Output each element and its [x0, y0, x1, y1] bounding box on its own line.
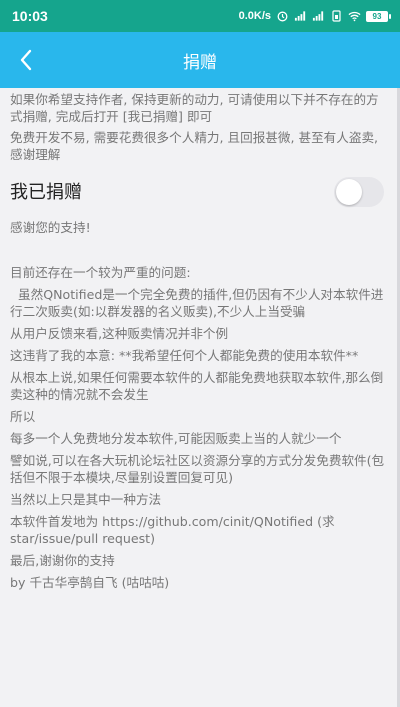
status-bar: 10:03 0.0K/s 93 — [0, 0, 400, 32]
signal-icon-2 — [312, 11, 324, 21]
notice-paragraph: 每多一个人免费地分发本软件,可能因贩卖上当的人就少一个 — [10, 431, 342, 446]
notice-paragraph: 最后,谢谢你的支持 — [10, 553, 115, 568]
sim-icon — [332, 10, 341, 22]
page-title: 捐赠 — [183, 52, 217, 73]
notice-paragraph: 目前还存在一个较为严重的问题: — [10, 265, 191, 280]
notice-paragraph: 从根本上说,如果任何需要本软件的人都能免费地获取本软件,那么倒卖这种的情况就不会… — [10, 370, 384, 402]
status-icons: 0.0K/s 93 — [238, 10, 391, 22]
notice-paragraph: 这违背了我的本意: **我希望任何个人都能免费的使用本软件** — [10, 348, 359, 363]
intro-text-2: 免费开发不易, 需要花费很多个人精力, 且回报甚微, 甚至有人盗卖, 感谢理解 — [10, 130, 379, 162]
repo-link-paragraph: 本软件首发地为 https://github.com/cinit/QNotifi… — [10, 514, 335, 546]
notice-paragraph: 当然以上只是其中一种方法 — [10, 492, 162, 507]
notice-paragraph: 譬如说,可以在各大玩机论坛社区以资源分享的方式分发免费软件(包括但不限于本模块,… — [10, 453, 385, 485]
app-bar: 捐赠 — [0, 32, 400, 88]
back-button[interactable] — [10, 44, 42, 76]
donated-toggle-label: 我已捐赠 — [10, 181, 82, 203]
signal-icon — [294, 11, 306, 21]
chevron-left-icon — [20, 49, 32, 71]
switch-knob — [336, 179, 362, 205]
donated-switch[interactable] — [334, 177, 384, 207]
donation-content: 如果你希望支持作者, 保持更新的动力, 可请使用以下并不存在的方式捐赠, 完成后… — [0, 88, 400, 591]
notice-paragraphs: 目前还存在一个较为严重的问题: 虽然QNotified是一个完全免费的插件,但仍… — [10, 264, 388, 591]
status-time: 10:03 — [12, 8, 48, 24]
donated-toggle-row[interactable]: 我已捐赠 — [10, 177, 388, 207]
battery-icon: 93 — [366, 10, 391, 22]
thanks-text: 感谢您的支持! — [10, 220, 91, 235]
author-signature: by 千古华亭鹄自飞 (咕咕咕) — [10, 575, 170, 590]
notice-paragraph: 所以 — [10, 409, 36, 424]
intro-text-1: 如果你希望支持作者, 保持更新的动力, 可请使用以下并不存在的方式捐赠, 完成后… — [10, 92, 379, 124]
notice-paragraph: 从用户反馈来看,这种贩卖情况并非个例 — [10, 326, 229, 341]
notice-paragraph: 虽然QNotified是一个完全免费的插件,但仍因有不少人对本软件进行二次贩卖(… — [10, 287, 384, 319]
wifi-icon — [348, 11, 361, 22]
network-speed: 0.0K/s — [238, 10, 271, 22]
alarm-icon — [277, 11, 288, 22]
